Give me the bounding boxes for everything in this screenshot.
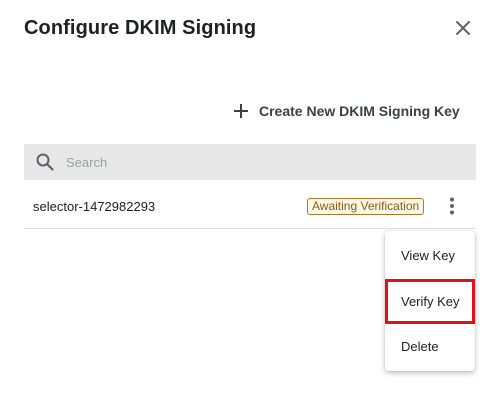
plus-icon: [232, 102, 250, 120]
close-button[interactable]: [450, 15, 476, 41]
more-vertical-icon: [450, 197, 454, 215]
dialog-title: Configure DKIM Signing: [24, 17, 257, 39]
menu-item-view-key[interactable]: View Key: [385, 233, 475, 278]
status-badge: Awaiting Verification: [307, 198, 425, 215]
configure-dkim-dialog: Configure DKIM Signing Create New DKIM S…: [0, 0, 495, 398]
menu-item-label: View Key: [401, 248, 455, 263]
search-bar: [24, 144, 476, 180]
create-dkim-key-label: Create New DKIM Signing Key: [259, 103, 460, 119]
search-input[interactable]: [64, 153, 448, 171]
menu-item-label: Verify Key: [401, 294, 460, 309]
create-dkim-key-button[interactable]: Create New DKIM Signing Key: [232, 98, 460, 124]
key-context-menu: View Key Verify Key Delete: [385, 231, 475, 371]
menu-item-verify-key[interactable]: Verify Key: [385, 279, 475, 324]
close-icon: [456, 21, 470, 35]
key-selector-name: selector-1472982293: [33, 198, 156, 214]
dkim-key-row[interactable]: selector-1472982293 Awaiting Verificatio…: [24, 184, 476, 229]
menu-item-delete[interactable]: Delete: [385, 324, 475, 369]
row-menu-button[interactable]: [442, 194, 462, 218]
menu-item-label: Delete: [401, 339, 439, 354]
search-icon: [34, 151, 56, 173]
